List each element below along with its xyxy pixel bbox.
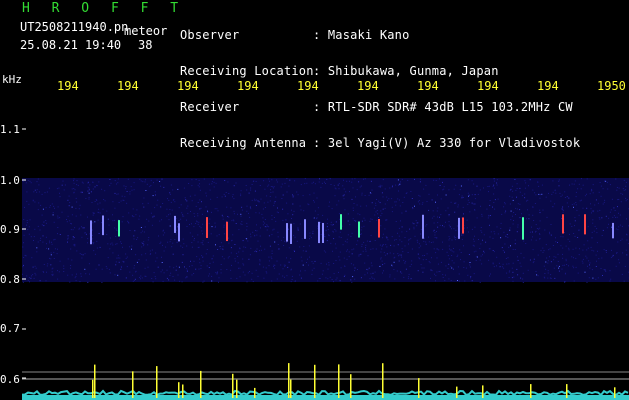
noise-band bbox=[22, 178, 629, 282]
signal-spike bbox=[418, 378, 420, 398]
signal-spike bbox=[132, 371, 134, 398]
echo-streak bbox=[458, 217, 460, 239]
signal-spike bbox=[338, 364, 340, 398]
signal-spike bbox=[614, 387, 616, 398]
signal-spike bbox=[94, 364, 96, 398]
echo-streak bbox=[462, 217, 464, 234]
echo-streak bbox=[318, 221, 320, 244]
echo-streak bbox=[378, 218, 380, 238]
echo-streak bbox=[118, 220, 120, 237]
app-title: H R O F F T bbox=[22, 1, 186, 16]
signal-spike bbox=[566, 384, 568, 398]
echo-streak bbox=[206, 217, 208, 238]
echo-streak bbox=[612, 222, 614, 239]
y-axis-unit: kHz bbox=[2, 73, 22, 86]
signal-spike bbox=[236, 379, 238, 398]
spectrogram-window: H R O F F T UT2508211940.pn meteor 25.08… bbox=[0, 0, 629, 400]
echo-streak bbox=[522, 217, 524, 240]
echo-streak bbox=[178, 223, 180, 242]
signal-spike bbox=[350, 374, 352, 398]
time-tick-label: 194 bbox=[57, 79, 79, 93]
y-tick-label: 1.1 bbox=[0, 123, 20, 136]
echo-streak bbox=[422, 214, 424, 239]
echo-streak bbox=[562, 214, 564, 234]
echo-streak bbox=[174, 215, 176, 233]
signal-spike bbox=[482, 385, 484, 398]
info-value-location: : Shibukawa, Gunma, Japan bbox=[313, 64, 499, 78]
signal-spike bbox=[382, 363, 384, 398]
time-tick-label: 194 bbox=[417, 79, 439, 93]
time-tick-label: 194 bbox=[297, 79, 319, 93]
time-tick-label: 194 bbox=[237, 79, 259, 93]
echo-streak bbox=[90, 220, 92, 245]
echo-streak bbox=[584, 214, 586, 235]
signal-spike bbox=[288, 363, 290, 398]
signal-spike bbox=[254, 387, 256, 398]
signal-spike bbox=[314, 364, 316, 398]
signal-spike bbox=[156, 366, 158, 398]
signal-baseline bbox=[22, 389, 629, 397]
meteor-tag: meteor bbox=[124, 24, 168, 38]
file-name: UT2508211940.pn bbox=[20, 20, 129, 34]
y-tick-label: 0.6 bbox=[0, 373, 20, 386]
time-tick-label: 194 bbox=[117, 79, 139, 93]
signal-spike bbox=[290, 379, 292, 398]
echo-streak bbox=[102, 215, 104, 236]
echo-streak bbox=[358, 221, 360, 238]
signal-spike bbox=[92, 379, 94, 398]
signal-spike bbox=[200, 370, 202, 398]
y-tick-label: 0.7 bbox=[0, 322, 20, 335]
signal-spike bbox=[232, 373, 234, 398]
spectrogram-plot bbox=[22, 96, 629, 400]
time-tick-label: 194 bbox=[177, 79, 199, 93]
signal-spike bbox=[182, 384, 184, 398]
date-time: 25.08.21 19:40 bbox=[20, 38, 122, 52]
echo-streak bbox=[322, 222, 324, 243]
time-tick-label: 194 bbox=[537, 79, 559, 93]
info-label-location: Receiving Location bbox=[180, 64, 314, 78]
echo-streak bbox=[340, 214, 342, 230]
y-tick-label: 1.0 bbox=[0, 174, 20, 187]
time-tick-label: 194 bbox=[357, 79, 379, 93]
signal-spike bbox=[456, 386, 458, 398]
info-value-observer: : Masaki Kano bbox=[313, 28, 410, 42]
echo-streak bbox=[226, 221, 228, 242]
time-tick-label: 194 bbox=[477, 79, 499, 93]
echo-streak bbox=[290, 223, 292, 244]
meteor-count: 38 bbox=[138, 38, 153, 52]
signal-floor bbox=[22, 395, 629, 400]
y-tick-label: 0.9 bbox=[0, 223, 20, 236]
spectrogram-canvas bbox=[22, 128, 629, 400]
y-tick-label: 0.8 bbox=[0, 273, 20, 286]
signal-spike bbox=[530, 384, 532, 398]
signal-spike bbox=[178, 382, 180, 398]
echo-streak bbox=[304, 219, 306, 239]
echo-streak bbox=[286, 223, 288, 242]
time-tick-label: 1950 bbox=[597, 79, 626, 93]
info-label-observer: Observer bbox=[180, 28, 240, 42]
